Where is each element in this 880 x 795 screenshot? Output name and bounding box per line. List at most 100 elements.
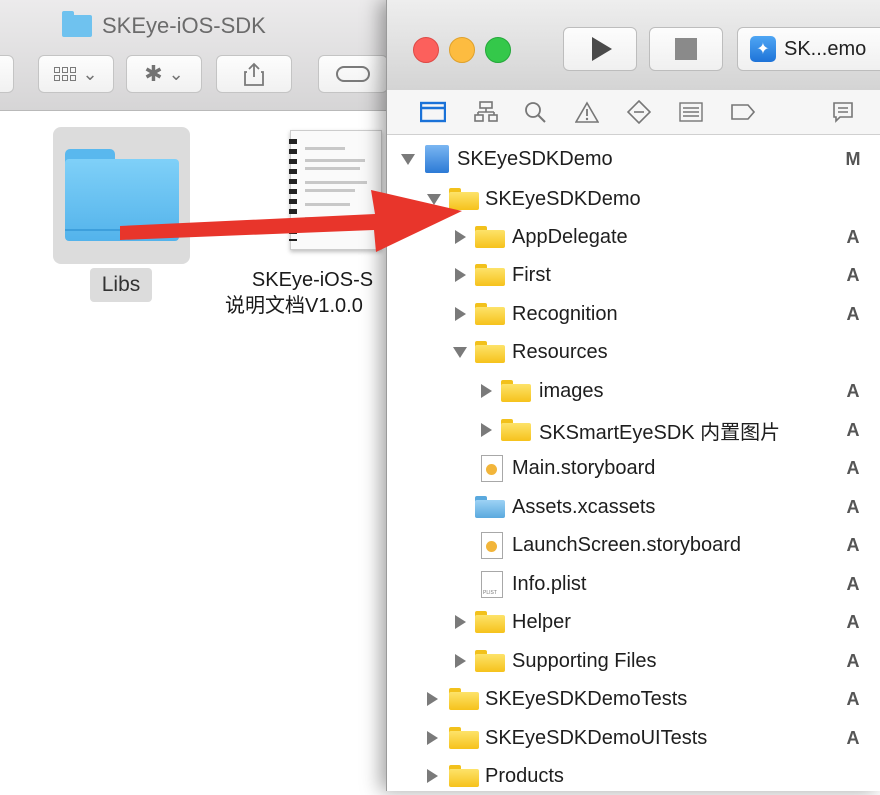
disclosure-closed-icon[interactable] bbox=[455, 615, 466, 629]
tree-row-project[interactable]: SKEyeSDKDemo M bbox=[387, 140, 880, 178]
folder-icon bbox=[475, 226, 505, 248]
tree-row-group[interactable]: images A bbox=[387, 372, 880, 410]
xcode-toolbar: ✦ SK...emo bbox=[387, 0, 880, 91]
view-options-button[interactable]: ⌄ bbox=[38, 55, 114, 93]
run-button[interactable] bbox=[563, 27, 637, 71]
document-icon[interactable] bbox=[289, 130, 382, 250]
status-badge: A bbox=[846, 688, 860, 709]
asset-catalog-icon bbox=[475, 496, 505, 518]
tree-row-label: Supporting Files bbox=[512, 649, 657, 672]
tree-row-group[interactable]: First A bbox=[387, 256, 880, 294]
zoom-window-button[interactable] bbox=[485, 37, 511, 63]
app-icon: ✦ bbox=[750, 36, 776, 62]
status-badge: A bbox=[846, 226, 860, 247]
status-badge: A bbox=[846, 534, 860, 555]
finder-title: SKEye-iOS-SDK bbox=[62, 10, 266, 42]
storyboard-file-icon bbox=[481, 532, 503, 559]
tree-row-label: Resources bbox=[512, 340, 608, 363]
disclosure-closed-icon[interactable] bbox=[481, 423, 492, 437]
disclosure-closed-icon[interactable] bbox=[481, 384, 492, 398]
disclosure-open-icon[interactable] bbox=[453, 347, 467, 358]
tree-row-label: SKEyeSDKDemoTests bbox=[485, 687, 688, 710]
status-badge: A bbox=[846, 650, 860, 671]
test-navigator-icon[interactable] bbox=[625, 98, 653, 126]
project-icon bbox=[425, 145, 449, 173]
stop-button[interactable] bbox=[649, 27, 723, 71]
tree-row-group[interactable]: SKEyeSDKDemoUITests A bbox=[387, 719, 880, 757]
document-label: SKEye-iOS-S 说明文档V1.0.0 bbox=[225, 267, 400, 319]
disclosure-closed-icon[interactable] bbox=[455, 307, 466, 321]
project-navigator-icon[interactable] bbox=[419, 98, 447, 126]
folder-icon bbox=[501, 419, 531, 441]
report-navigator-icon[interactable] bbox=[829, 98, 857, 126]
tree-row-label: SKSmartEyeSDK 内置图片 bbox=[539, 421, 781, 444]
share-icon bbox=[244, 62, 264, 86]
status-badge: A bbox=[846, 457, 860, 478]
folder-icon bbox=[449, 188, 479, 210]
status-badge: A bbox=[846, 303, 860, 324]
tree-row-group[interactable]: SKEyeSDKDemoTests A bbox=[387, 680, 880, 718]
tags-button[interactable] bbox=[318, 55, 388, 93]
folder-icon bbox=[62, 11, 92, 37]
tree-row-group[interactable]: SKEyeSDKDemo bbox=[387, 180, 880, 218]
symbol-navigator-icon[interactable] bbox=[472, 98, 500, 126]
disclosure-open-icon[interactable] bbox=[401, 154, 415, 165]
status-badge: A bbox=[846, 727, 860, 748]
tree-row-group[interactable]: AppDelegate A bbox=[387, 218, 880, 256]
tree-row-file[interactable]: LaunchScreen.storyboard A bbox=[387, 526, 880, 564]
status-badge: A bbox=[846, 419, 860, 440]
tree-row-label: Info.plist bbox=[512, 572, 587, 595]
tree-row-label: Assets.xcassets bbox=[512, 495, 656, 518]
grid-view-icon bbox=[54, 67, 77, 81]
tree-row-label: SKEyeSDKDemoUITests bbox=[485, 726, 708, 749]
search-icon[interactable] bbox=[521, 98, 549, 126]
finder-window: SKEye-iOS-SDK ⌄ ✱ ⌄ Libs SKEye-iOS-S 说明文… bbox=[0, 0, 400, 791]
libs-folder[interactable] bbox=[53, 127, 190, 264]
disclosure-open-icon[interactable] bbox=[427, 194, 441, 205]
tree-row-group[interactable]: Recognition A bbox=[387, 295, 880, 333]
tree-row-file[interactable]: Assets.xcassets A bbox=[387, 488, 880, 526]
status-badge: A bbox=[846, 380, 860, 401]
scheme-selector[interactable]: ✦ SK...emo bbox=[737, 27, 880, 71]
plist-file-icon bbox=[481, 571, 503, 598]
status-badge: A bbox=[846, 611, 860, 632]
finder-toolbar: SKEye-iOS-SDK ⌄ ✱ ⌄ bbox=[0, 0, 400, 111]
disclosure-closed-icon[interactable] bbox=[455, 268, 466, 282]
share-button[interactable] bbox=[216, 55, 292, 93]
debug-navigator-icon[interactable] bbox=[677, 98, 705, 126]
tree-row-file[interactable]: Main.storyboard A bbox=[387, 449, 880, 487]
navigator-selector-bar bbox=[387, 90, 880, 135]
tree-row-group[interactable]: Products bbox=[387, 757, 880, 795]
close-window-button[interactable] bbox=[413, 37, 439, 63]
tree-row-label: Helper bbox=[512, 610, 571, 633]
minimize-window-button[interactable] bbox=[449, 37, 475, 63]
tree-row-group[interactable]: SKSmartEyeSDK 内置图片 A bbox=[387, 411, 880, 449]
libs-folder-label: Libs bbox=[90, 268, 152, 302]
folder-icon bbox=[475, 341, 505, 363]
action-button[interactable]: ✱ ⌄ bbox=[126, 55, 202, 93]
folder-icon bbox=[475, 611, 505, 633]
folder-icon bbox=[449, 727, 479, 749]
disclosure-closed-icon[interactable] bbox=[427, 692, 438, 706]
tree-row-label: AppDelegate bbox=[512, 225, 628, 248]
disclosure-closed-icon[interactable] bbox=[455, 654, 466, 668]
tree-row-group[interactable]: Helper A bbox=[387, 603, 880, 641]
folder-icon bbox=[449, 688, 479, 710]
breakpoint-navigator-icon[interactable] bbox=[729, 98, 757, 126]
chevron-down-icon: ⌄ bbox=[82, 63, 98, 84]
tree-row-label: images bbox=[539, 379, 604, 402]
disclosure-closed-icon[interactable] bbox=[427, 769, 438, 783]
document-label-line2: 说明文档V1.0.0 bbox=[225, 295, 363, 317]
disclosure-closed-icon[interactable] bbox=[427, 731, 438, 745]
folder-icon bbox=[501, 380, 531, 402]
xcode-window: ✦ SK...emo SKEyeSDKDemo M SKEyeSDKDemo A… bbox=[386, 0, 880, 791]
tree-row-label: LaunchScreen.storyboard bbox=[512, 533, 742, 556]
warning-icon[interactable] bbox=[573, 98, 601, 126]
tree-row-group[interactable]: Supporting Files A bbox=[387, 642, 880, 680]
tree-row-group[interactable]: Resources bbox=[387, 333, 880, 371]
tree-row-file[interactable]: Info.plist A bbox=[387, 565, 880, 603]
status-badge: A bbox=[846, 573, 860, 594]
disclosure-closed-icon[interactable] bbox=[455, 230, 466, 244]
back-forward-button[interactable] bbox=[0, 55, 14, 93]
folder-icon bbox=[65, 149, 179, 241]
